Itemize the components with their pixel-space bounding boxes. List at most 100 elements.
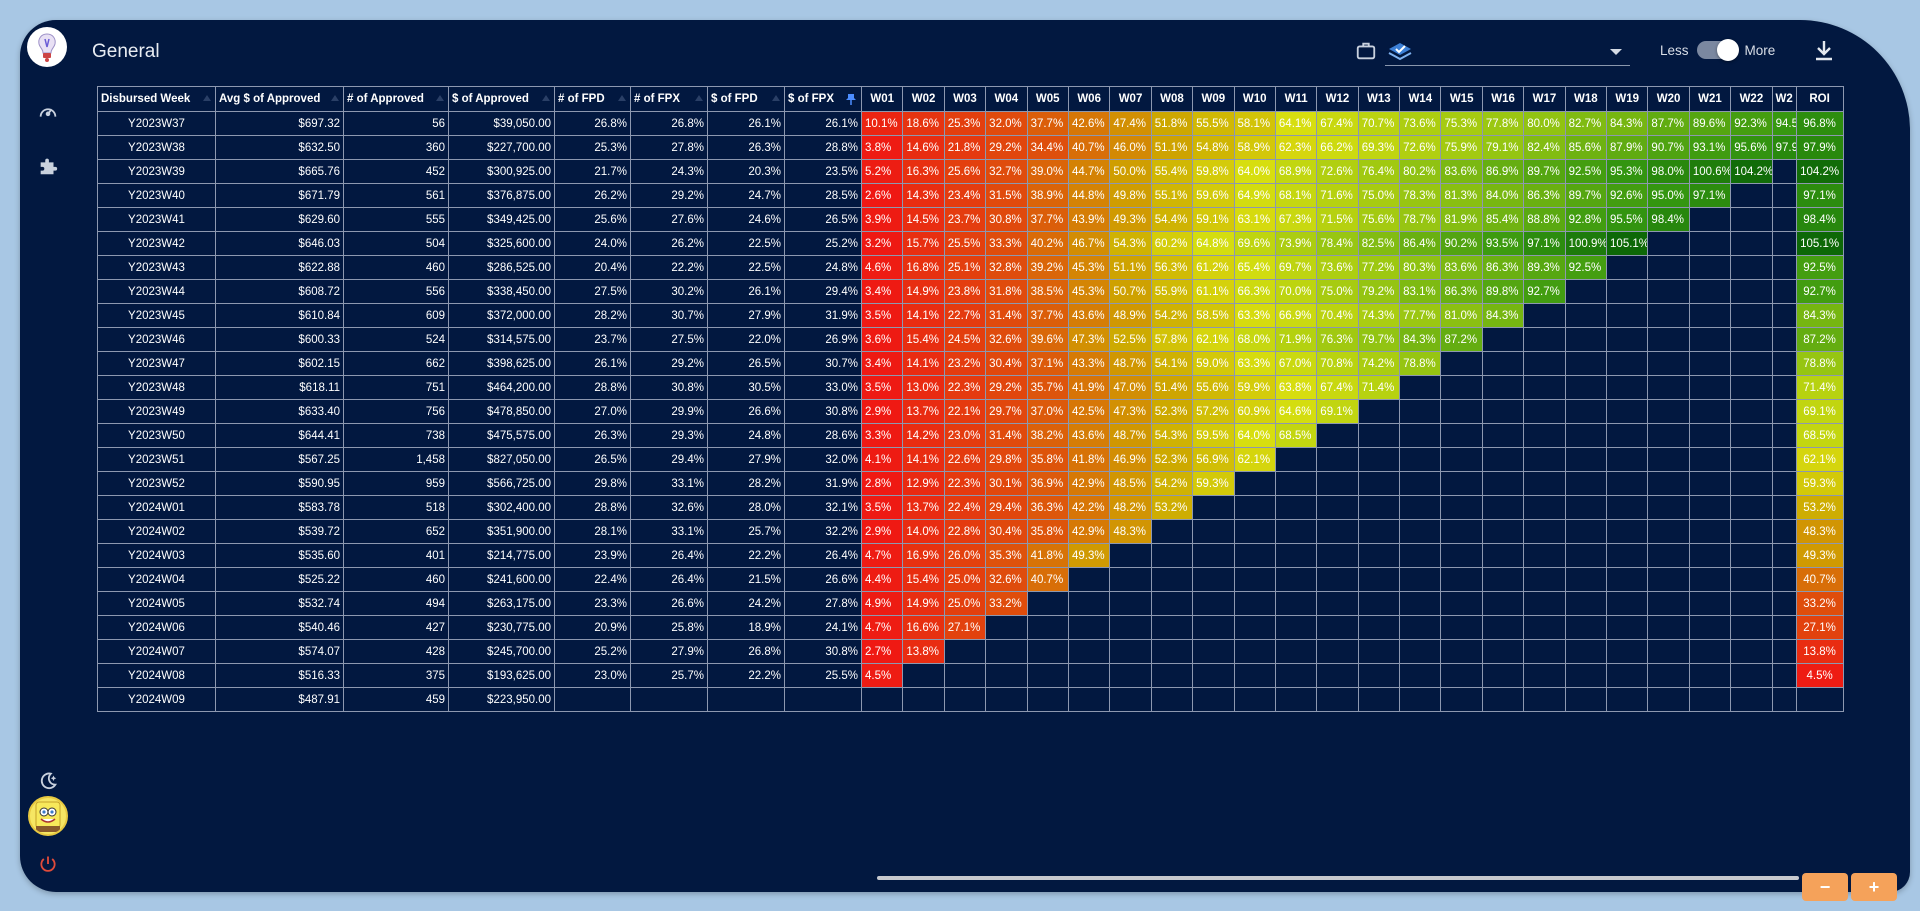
column-header-avg-of-approved[interactable]: Avg $ of Approved — [215, 86, 344, 112]
column-header-w07[interactable]: W07 — [1109, 86, 1152, 112]
cohort-cell — [1564, 303, 1608, 328]
column-header-w08[interactable]: W08 — [1150, 86, 1194, 112]
cohort-cell: 42.9% — [1067, 519, 1111, 544]
power-logout-icon[interactable] — [32, 848, 64, 880]
table-row[interactable]: Y2023W38 $632.50 360 $227,700.00 25.3% 27.8% 2… — [97, 135, 1844, 160]
table-row[interactable]: Y2023W40 $671.79 561 $376,875.00 26.2% 29.2% 2… — [97, 183, 1844, 208]
cohort-cell: 43.6% — [1067, 423, 1111, 448]
cohort-cell: 59.8% — [1192, 159, 1235, 184]
table-row[interactable]: Y2023W52 $590.95 959 $566,725.00 29.8% 33.1% 2… — [97, 471, 1844, 496]
sort-arrow-icon[interactable] — [618, 95, 626, 101]
column-header-roi[interactable]: ROI — [1795, 86, 1844, 112]
column-header-w21[interactable]: W21 — [1688, 86, 1732, 112]
column-header-w2[interactable]: W2 — [1771, 86, 1797, 112]
cohort-cell: 46.0% — [1109, 135, 1152, 160]
column-header-of-fpx[interactable]: $ of FPX — [784, 86, 862, 112]
cohort-cell — [1440, 519, 1483, 544]
cell-week: Y2023W47 — [97, 351, 216, 376]
user-avatar[interactable] — [28, 796, 68, 836]
app-logo[interactable] — [27, 27, 67, 67]
column-header-w01[interactable]: W01 — [860, 86, 904, 112]
column-header-of-fpd[interactable]: $ of FPD — [707, 86, 785, 112]
column-header-w20[interactable]: W20 — [1647, 86, 1690, 112]
cohort-cell: 31.5% — [985, 183, 1028, 208]
column-header-w18[interactable]: W18 — [1564, 86, 1608, 112]
table-row[interactable]: Y2023W46 $600.33 524 $314,575.00 23.7% 27.5% 2… — [97, 327, 1844, 352]
table-row[interactable]: Y2023W37 $697.32 56 $39,050.00 26.8% 26.8% 26.… — [97, 111, 1844, 136]
table-row[interactable]: Y2024W03 $535.60 401 $214,775.00 23.9% 26.4% 2… — [97, 543, 1844, 568]
table-row[interactable]: Y2023W51 $567.25 1,458 $827,050.00 26.5% 29.4… — [97, 447, 1844, 472]
column-header-of-fpd[interactable]: # of FPD — [554, 86, 631, 112]
column-header-w22[interactable]: W22 — [1730, 86, 1773, 112]
table-row[interactable]: Y2024W08 $516.33 375 $193,625.00 23.0% 25.7% 2… — [97, 663, 1844, 688]
column-header-of-approved[interactable]: # of Approved — [343, 86, 449, 112]
table-row[interactable]: Y2023W48 $618.11 751 $464,200.00 28.8% 30.8% 3… — [97, 375, 1844, 400]
sort-arrow-icon[interactable] — [772, 95, 780, 101]
column-header-w11[interactable]: W11 — [1274, 86, 1318, 112]
column-header-w14[interactable]: W14 — [1399, 86, 1442, 112]
briefcase-icon[interactable] — [1355, 40, 1377, 62]
table-row[interactable]: Y2023W47 $602.15 662 $398,625.00 26.1% 29.2% 2… — [97, 351, 1844, 376]
cohort-cell — [1771, 495, 1797, 520]
cell-dfpx: 29.4% — [784, 279, 862, 304]
table-row[interactable]: Y2023W49 $633.40 756 $478,850.00 27.0% 29.9% 2… — [97, 399, 1844, 424]
column-header-w02[interactable]: W02 — [902, 86, 945, 112]
column-header-w10[interactable]: W10 — [1233, 86, 1276, 112]
pin-icon[interactable] — [846, 93, 856, 105]
table-row[interactable]: Y2024W01 $583.78 518 $302,400.00 28.8% 32.6% 2… — [97, 495, 1844, 520]
dark-mode-moon-icon[interactable] — [32, 765, 64, 797]
cohort-cell: 100.9% — [1564, 231, 1608, 256]
table-row[interactable]: Y2023W43 $622.88 460 $286,525.00 20.4% 22.2% 2… — [97, 255, 1844, 280]
column-header-w03[interactable]: W03 — [943, 86, 987, 112]
column-header-w04[interactable]: W04 — [985, 86, 1028, 112]
cohort-cell — [985, 663, 1028, 688]
table-row[interactable]: Y2023W41 $629.60 555 $349,425.00 25.6% 27.6% 2… — [97, 207, 1844, 232]
sort-arrow-icon[interactable] — [695, 95, 703, 101]
table-row[interactable]: Y2023W44 $608.72 556 $338,450.00 27.5% 30.2% 2… — [97, 279, 1844, 304]
column-header-w12[interactable]: W12 — [1316, 86, 1359, 112]
horizontal-scrollbar[interactable] — [877, 876, 1799, 880]
sort-arrow-icon[interactable] — [436, 95, 444, 101]
dataset-select[interactable] — [1385, 38, 1630, 66]
table-row[interactable]: Y2024W04 $525.22 460 $241,600.00 22.4% 26.4% 2… — [97, 567, 1844, 592]
less-more-toggle[interactable] — [1696, 39, 1739, 61]
cohort-cell: 46.7% — [1067, 231, 1111, 256]
table-row[interactable]: Y2023W50 $644.41 738 $475,575.00 26.3% 29.3% 2… — [97, 423, 1844, 448]
table-row[interactable]: Y2023W39 $665.76 452 $300,925.00 21.7% 24.3% 2… — [97, 159, 1844, 184]
column-header-w09[interactable]: W09 — [1192, 86, 1235, 112]
cohort-cell — [1316, 471, 1359, 496]
table-row[interactable]: Y2024W07 $574.07 428 $245,700.00 25.2% 27.9% 2… — [97, 639, 1844, 664]
table-row[interactable]: Y2024W06 $540.46 427 $230,775.00 20.9% 25.8% 1… — [97, 615, 1844, 640]
cohort-cell: 83.1% — [1399, 279, 1442, 304]
sort-arrow-icon[interactable] — [331, 95, 339, 101]
column-header-w05[interactable]: W05 — [1026, 86, 1069, 112]
table-row[interactable]: Y2024W05 $532.74 494 $263,175.00 23.3% 26.6% 2… — [97, 591, 1844, 616]
column-header-of-fpx[interactable]: # of FPX — [630, 86, 708, 112]
sort-arrow-icon[interactable] — [203, 95, 211, 101]
puzzle-plugin-icon[interactable] — [32, 150, 64, 182]
column-header-w19[interactable]: W19 — [1606, 86, 1649, 112]
column-header-of-approved[interactable]: $ of Approved — [448, 86, 555, 112]
download-icon[interactable] — [1813, 38, 1839, 64]
cohort-cell: 30.8% — [985, 207, 1028, 232]
column-header-w15[interactable]: W15 — [1440, 86, 1483, 112]
column-header-disbursed-week[interactable]: Disbursed Week — [97, 86, 216, 112]
table-row[interactable]: Y2024W09 $487.91 459 $223,950.00 — [97, 687, 1844, 712]
cell-dfpx: 32.2% — [784, 519, 862, 544]
column-header-w16[interactable]: W16 — [1481, 86, 1525, 112]
cohort-cell: 53.2% — [1150, 495, 1194, 520]
cell-dfpd: 24.7% — [707, 183, 785, 208]
column-header-w17[interactable]: W17 — [1523, 86, 1566, 112]
sort-arrow-icon[interactable] — [542, 95, 550, 101]
cohort-cell: 54.8% — [1192, 135, 1235, 160]
cohort-cell — [1688, 615, 1732, 640]
table-row[interactable]: Y2023W42 $646.03 504 $325,600.00 24.0% 26.2% 2… — [97, 231, 1844, 256]
zoom-out-button[interactable]: − — [1802, 873, 1848, 901]
column-header-w06[interactable]: W06 — [1067, 86, 1111, 112]
cohort-cell — [1688, 255, 1732, 280]
column-header-w13[interactable]: W13 — [1357, 86, 1401, 112]
dashboard-gauge-icon[interactable] — [32, 96, 64, 128]
table-row[interactable]: Y2024W02 $539.72 652 $351,900.00 28.1% 33.1% 2… — [97, 519, 1844, 544]
table-row[interactable]: Y2023W45 $610.84 609 $372,000.00 28.2% 30.7% 2… — [97, 303, 1844, 328]
zoom-in-button[interactable]: + — [1851, 873, 1897, 901]
